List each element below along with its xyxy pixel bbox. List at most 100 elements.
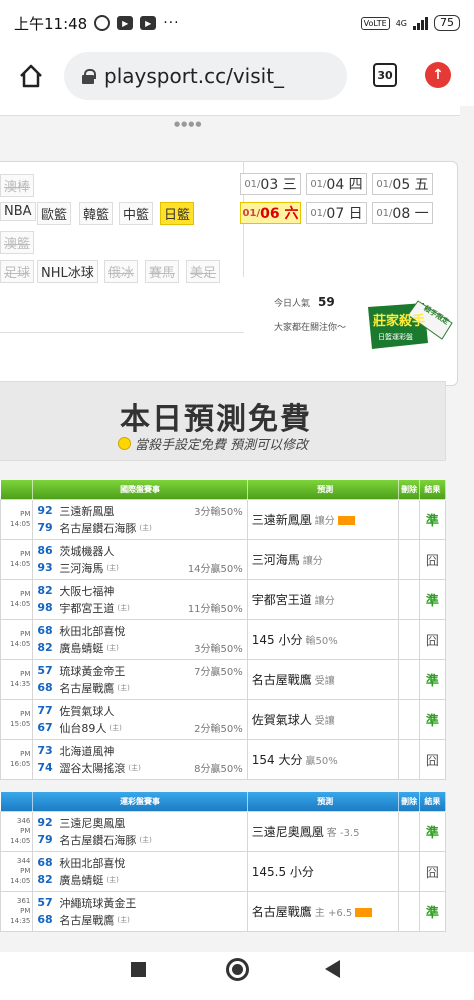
delete-cell[interactable]	[398, 618, 420, 660]
prediction-pick: 宇都宮王道	[251, 592, 312, 607]
prediction-pick: 名古屋戰鷹	[251, 904, 312, 919]
team-name: 秋田北部喜悅	[59, 624, 126, 638]
result-mark: 囧	[418, 538, 447, 580]
team-name: 茨城機器人	[59, 544, 115, 558]
sport-tab-澳棒[interactable]: 澳棒	[0, 174, 35, 197]
matchup: 68 秋田北部喜悅 82 廣島蜻蜓 (主)	[32, 850, 248, 892]
prediction: 名古屋戰鷹主 +6.5	[246, 890, 400, 932]
popularity-count: 59	[318, 295, 335, 309]
team-name: 宇都宮王道	[59, 601, 115, 615]
team-score: 68	[37, 681, 53, 694]
team-name: 三遠尼奧鳳凰	[59, 816, 126, 830]
sport-tab-美足[interactable]: 美足	[186, 260, 221, 283]
delete-cell[interactable]	[398, 738, 420, 780]
prediction-type: 讓分	[302, 555, 323, 567]
sport-tab-nhl[interactable]: NHL冰球	[37, 260, 98, 283]
team-name: 大阪七福神	[59, 584, 115, 598]
team-name: 名古屋戰鷹	[59, 681, 115, 695]
sport-tab-澳籃[interactable]: 澳籃	[0, 231, 35, 254]
team-score: 57	[37, 664, 53, 677]
prediction-type: 客 -3.5	[326, 827, 360, 839]
delete-cell[interactable]	[398, 498, 420, 540]
sport-tab-中籃[interactable]: 中籃	[119, 202, 154, 225]
matchup: 86 茨城機器人 93 三河海馬 (主) 14分贏50%	[32, 538, 248, 580]
delete-cell[interactable]	[398, 658, 420, 700]
team-name: 名古屋鑽石海豚	[59, 833, 137, 847]
delete-cell[interactable]	[398, 810, 420, 852]
sport-tab-俄冰[interactable]: 俄冰	[104, 260, 139, 283]
team-row: 73 北海道風神	[37, 742, 242, 759]
prediction: 三遠新鳳凰 讓分	[246, 498, 400, 540]
date-tab-0105[interactable]: 01/05 五	[372, 173, 433, 195]
table-row: PM 14:05 92 三遠新鳳凰 3分輸50% 79 名古屋鑽石海豚 (主) 三遠新鳳凰 讓分…	[0, 498, 447, 540]
date-tab-0103[interactable]: 01/03 三	[240, 173, 301, 195]
prediction-pick: 名古屋戰鷹	[251, 672, 312, 687]
team-score: 74	[37, 761, 53, 774]
team-name: 沖繩琉球黃金王	[59, 896, 137, 910]
address-bar[interactable]: playsport.cc/visit_	[64, 52, 347, 100]
delete-cell[interactable]	[398, 538, 420, 580]
home-marker: (主)	[109, 723, 122, 732]
status-bar: 上午11:48 ▶ ▶ ··· VoLTE 4G 75	[0, 0, 474, 46]
url-text: playsport.cc/visit_	[104, 64, 285, 88]
team-name: 三遠新鳳凰	[59, 504, 115, 518]
update-arrow-icon[interactable]: ↑	[425, 62, 451, 88]
team-score: 79	[37, 833, 53, 846]
home-button[interactable]	[16, 61, 46, 91]
sport-tab-韓籃[interactable]: 韓籃	[79, 202, 114, 225]
matchup: 73 北海道風神 74 澀谷太陽搖滾 (主) 8分贏50%	[32, 738, 248, 780]
prediction-pick: 145 小分	[251, 632, 303, 647]
panel-bottom-line	[0, 332, 244, 333]
prediction-type: 受讓	[314, 675, 335, 687]
team-score: 93	[37, 561, 53, 574]
hot-pick-icon	[355, 907, 373, 917]
team-score: 92	[37, 816, 53, 829]
home-nav-button[interactable]	[226, 958, 249, 981]
col-match: 運彩盤賽事	[32, 792, 248, 811]
prediction-type: 讓分	[314, 595, 335, 607]
back-button[interactable]	[325, 960, 340, 978]
matchup: 82 大阪七福神 98 宇都宮王道 (主) 11分輸50%	[32, 578, 248, 620]
game-time: PM 14:05	[0, 498, 34, 540]
home-marker: (主)	[139, 523, 152, 532]
result-mark: 準	[418, 658, 447, 700]
team-score: 86	[37, 544, 53, 557]
prediction-pick: 154 大分	[251, 752, 303, 767]
game-start-time: PM 14:05	[10, 590, 31, 608]
carousel-dots[interactable]: ●●●●	[174, 120, 202, 128]
sport-tab-日籃[interactable]: 日籃	[160, 202, 195, 225]
result-mark: 囧	[418, 738, 447, 780]
team-name: 廣島蜻蜓	[59, 873, 104, 887]
team-score: 68	[37, 913, 53, 926]
table-row: 346 PM 14:05 92 三遠尼奧鳳凰 79 名古屋鑽石海豚 (主) 三遠尼奧鳳凰客 -…	[0, 810, 447, 852]
sport-tab-歐籃[interactable]: 歐籃	[37, 202, 72, 225]
home-icon	[20, 64, 42, 88]
badge-title: 莊家殺手	[373, 313, 425, 329]
delete-cell[interactable]	[398, 698, 420, 740]
delete-cell[interactable]	[398, 850, 420, 892]
delete-cell[interactable]	[398, 578, 420, 620]
matchup: 92 三遠尼奧鳳凰 79 名古屋鑽石海豚 (主)	[32, 810, 248, 852]
recents-button[interactable]	[131, 962, 146, 977]
date-tab-0108[interactable]: 01/08 一	[372, 202, 433, 224]
spread-result: 11分輸50%	[187, 604, 243, 615]
prediction: 154 大分 贏50%	[246, 738, 400, 780]
team-name: 澀谷太陽搖滾	[59, 761, 126, 775]
matchup: 77 佐賀氣球人 67 仙台89人 (主) 2分輸50%	[32, 698, 248, 740]
game-code: 344	[16, 857, 31, 865]
prediction-type: 受讓	[314, 715, 335, 727]
prediction-pick: 三遠新鳳凰	[251, 512, 312, 527]
date-tab-0107[interactable]: 01/07 日	[306, 202, 367, 224]
prediction-pick: 三遠尼奧鳳凰	[251, 824, 324, 839]
sport-tab-賽馬[interactable]: 賽馬	[145, 260, 180, 283]
sport-tab-足球[interactable]: 足球	[0, 260, 35, 283]
team-row: 77 佐賀氣球人	[37, 702, 242, 719]
date-tab-0104[interactable]: 01/04 四	[306, 173, 367, 195]
game-start-time: PM 14:35	[10, 907, 31, 925]
team-row: 57 琉球黃金帝王 7分贏50%	[37, 662, 242, 679]
tab-switcher-button[interactable]: 30	[373, 63, 397, 87]
delete-cell[interactable]	[398, 890, 420, 932]
game-start-time: PM 14:05	[10, 510, 31, 528]
date-tab-0106[interactable]: 01/06 六	[240, 202, 301, 224]
sport-tab-nba[interactable]: NBA	[0, 202, 36, 221]
